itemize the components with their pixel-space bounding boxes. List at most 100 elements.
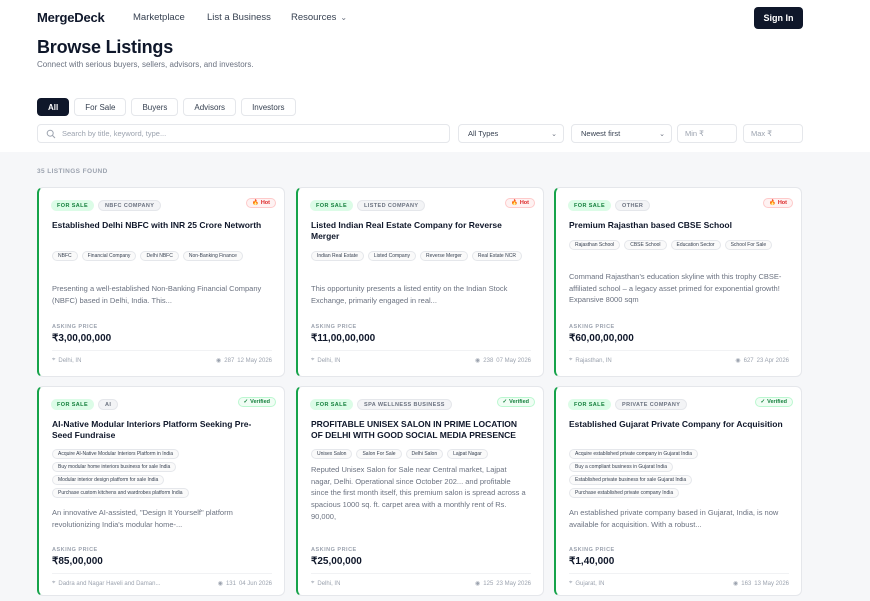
post-date: 23 May 2026: [496, 580, 531, 587]
divider: [569, 573, 789, 574]
check-icon: ✓: [502, 399, 508, 405]
hot-badge: 🔥 Hot: [245, 198, 276, 208]
post-date: 23 Apr 2026: [756, 357, 789, 364]
tag: Salon For Sale: [356, 449, 402, 459]
card-title[interactable]: Established Gujarat Private Company for …: [569, 419, 787, 430]
location: ⌖ Delhi, IN: [52, 357, 81, 364]
tab-for-sale[interactable]: For Sale: [74, 98, 127, 116]
card-badges: FOR SALE AI: [51, 399, 119, 410]
nav-list-business[interactable]: List a Business: [207, 12, 271, 23]
eye-icon: ◉: [475, 581, 481, 587]
logo[interactable]: MergeDeck: [37, 10, 105, 25]
card-footer: ⌖ Delhi, IN ◉ 125 23 May 2026: [311, 580, 531, 587]
divider: [311, 350, 531, 351]
search-icon: [46, 129, 56, 139]
listing-card[interactable]: FOR SALE AI ✓ Verified AI-Native Modular …: [37, 386, 285, 596]
location: ⌖ Gujarat, IN: [569, 580, 604, 587]
page-subtitle: Connect with serious buyers, sellers, ad…: [37, 60, 254, 69]
location-text: Delhi, IN: [58, 357, 82, 364]
tab-advisors[interactable]: Advisors: [183, 98, 237, 116]
card-badges: FOR SALE NBFC COMPANY: [51, 200, 162, 211]
card-description: Presenting a well-established Non-Bankin…: [52, 284, 262, 305]
top-nav: MergeDeck Marketplace List a Business Re…: [0, 0, 870, 36]
tab-all[interactable]: All: [37, 98, 70, 116]
hot-badge: 🔥 Hot: [762, 198, 793, 208]
location-text: Delhi, IN: [317, 357, 341, 364]
card-description: An innovative AI-assisted, "Design It Yo…: [52, 508, 233, 529]
tag: Acquire established private company in G…: [569, 449, 699, 459]
sort-select[interactable]: Newest first ⌄: [571, 124, 672, 143]
card-title[interactable]: Established Delhi NBFC with INR 25 Crore…: [52, 220, 270, 231]
card-footer: ⌖ Rajasthan, IN ◉ 627 23 Apr 2026: [569, 357, 789, 364]
card-badges: FOR SALE SPA WELLNESS BUSINESS: [310, 399, 452, 410]
sign-in-button[interactable]: Sign In: [754, 7, 803, 29]
card-title[interactable]: AI-Native Modular Interiors Platform See…: [52, 419, 270, 441]
status-badge: FOR SALE: [310, 399, 354, 410]
divider: [52, 573, 272, 574]
location-pin-icon: ⌖: [52, 357, 56, 363]
asking-price-label: ASKING PRICE: [569, 324, 615, 330]
tab-buyers[interactable]: Buyers: [131, 98, 179, 116]
tag: NBFC: [52, 251, 78, 261]
hot-badge-label: Hot: [519, 200, 529, 206]
card-meta: ◉ 163 13 May 2026: [733, 580, 789, 588]
location: ⌖ Delhi, IN: [311, 357, 340, 364]
view-count: 238: [483, 357, 494, 364]
card-title[interactable]: PROFITABLE UNISEX SALON IN PRIME LOCATIO…: [311, 419, 529, 441]
tab-investors[interactable]: Investors: [241, 98, 296, 116]
card-badges: FOR SALE OTHER: [568, 200, 651, 211]
card-title[interactable]: Listed Indian Real Estate Company for Re…: [311, 220, 529, 242]
hot-badge-label: Hot: [260, 200, 270, 206]
asking-price: ₹3,00,00,000: [52, 333, 112, 344]
fire-icon: 🔥: [768, 200, 776, 206]
page: MergeDeck Marketplace List a Business Re…: [0, 0, 870, 601]
card-footer: ⌖ Dadra and Nagar Haveli and Daman... ◉ 13…: [52, 580, 272, 587]
view-count: 627: [743, 357, 754, 364]
asking-price: ₹85,00,000: [52, 556, 103, 567]
status-badge: FOR SALE: [310, 200, 354, 211]
search-input[interactable]: [62, 129, 432, 138]
hot-badge-label: Hot: [777, 200, 787, 206]
category-badge: NBFC COMPANY: [98, 200, 162, 211]
category-badge: AI: [98, 399, 119, 410]
listing-card[interactable]: FOR SALE LISTED COMPANY 🔥 Hot Listed Indi…: [296, 187, 544, 377]
category-badge: SPA WELLNESS BUSINESS: [357, 399, 452, 410]
card-footer: ⌖ Delhi, IN ◉ 287 12 May 2026: [52, 357, 272, 364]
tag: Unisex Salon: [311, 449, 353, 459]
asking-price-label: ASKING PRICE: [52, 547, 98, 553]
card-title[interactable]: Premium Rajasthan based CBSE School: [569, 220, 787, 231]
verified-badge-label: Verified: [767, 399, 787, 405]
tag: Established private business for sale Gu…: [569, 475, 693, 485]
page-title: Browse Listings: [37, 37, 174, 57]
tag: Purchase established private company Ind…: [569, 488, 680, 498]
tag: Modular interior design platform for sal…: [52, 475, 165, 485]
type-select-value: All Types: [468, 129, 499, 138]
location-text: Rajasthan, IN: [575, 357, 612, 364]
listing-card[interactable]: FOR SALE OTHER 🔥 Hot Premium Rajasthan ba…: [554, 187, 802, 377]
card-meta: ◉ 627 23 Apr 2026: [735, 357, 789, 365]
type-select[interactable]: All Types ⌄: [458, 124, 564, 143]
min-price-input[interactable]: [685, 129, 733, 138]
post-date: 12 May 2026: [237, 357, 272, 364]
listing-card[interactable]: FOR SALE SPA WELLNESS BUSINESS ✓ Verified…: [296, 386, 544, 596]
asking-price: ₹60,00,00,000: [569, 333, 634, 344]
status-badge: FOR SALE: [568, 200, 612, 211]
listing-card[interactable]: FOR SALE NBFC COMPANY 🔥 Hot Established D…: [37, 187, 285, 377]
nav-resources[interactable]: Resources ⌄: [291, 12, 347, 23]
view-count: 287: [224, 357, 235, 364]
tag: Purchase custom kitchens and wardrobes p…: [52, 488, 189, 498]
category-badge: PRIVATE COMPANY: [615, 399, 688, 410]
post-date: 07 May 2026: [496, 357, 531, 364]
max-price-input[interactable]: [751, 129, 799, 138]
tag: Indian Real Estate: [311, 251, 364, 261]
max-price-field: [743, 124, 803, 143]
tag: School For Sale: [724, 240, 773, 250]
listing-card[interactable]: FOR SALE PRIVATE COMPANY ✓ Verified Estab…: [554, 386, 802, 596]
location: ⌖ Delhi, IN: [311, 580, 340, 587]
location: ⌖ Rajasthan, IN: [569, 357, 612, 364]
nav-marketplace[interactable]: Marketplace: [133, 12, 185, 23]
verified-badge: ✓ Verified: [496, 397, 535, 407]
eye-icon: ◉: [475, 358, 481, 364]
sort-select-value: Newest first: [581, 129, 621, 138]
status-badge: FOR SALE: [51, 200, 95, 211]
